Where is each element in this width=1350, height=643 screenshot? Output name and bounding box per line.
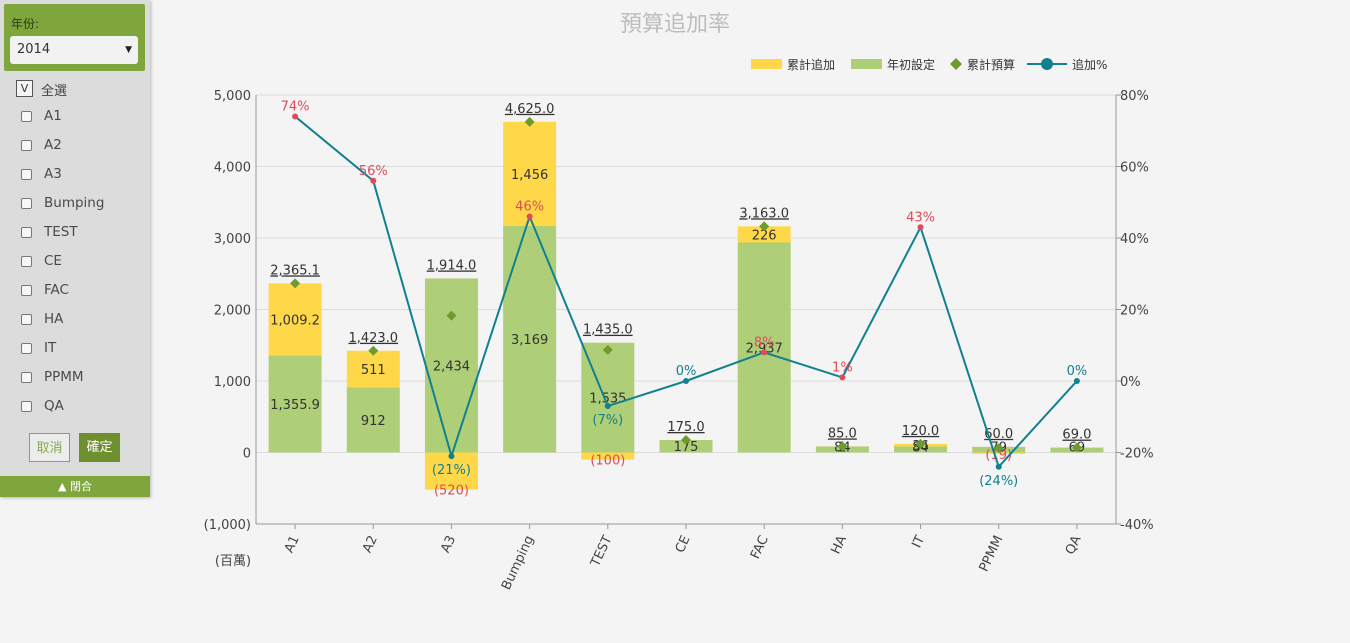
add-pct-label: 0% (676, 364, 697, 379)
legend-swatch-initial (851, 59, 882, 69)
add-pct-label: 0% (1067, 364, 1088, 379)
x-tick-label: A2 (360, 533, 381, 555)
budget-total-label: 69.0 (1062, 428, 1091, 443)
budget-total-label: 4,625.0 (505, 102, 555, 117)
add-pct-point (448, 453, 455, 460)
cumulative-add-label: 511 (361, 363, 386, 378)
chart: (1,000) 0 1,000 2,000 3,000 4,000 5,000 -40% -20… (204, 57, 1154, 592)
y-tick-label: (1,000) (204, 518, 251, 533)
add-pct-line (294, 115, 1078, 469)
cumulative-add-label: 1,456 (511, 168, 548, 183)
budget-total-label: 3,163.0 (739, 206, 789, 221)
budget-total-label: 1,423.0 (348, 331, 398, 346)
cumulative-add-label: 1,009.2 (270, 313, 320, 328)
y-tick-label: 3,000 (214, 232, 251, 247)
add-pct-label: 56% (359, 164, 388, 179)
budget-total-label: 1,435.0 (583, 323, 633, 338)
x-tick-label: FAC (748, 533, 772, 561)
add-pct-label: 46% (515, 200, 544, 215)
add-pct-label: 8% (754, 335, 775, 350)
x-tick-label: CE (673, 533, 694, 555)
x-tick-label: IT (910, 533, 929, 550)
initial-value-label: 912 (361, 414, 386, 429)
y-tick-label: 0 (243, 447, 251, 462)
y2-tick-label: -40% (1120, 518, 1154, 533)
y-tick-label: 5,000 (214, 89, 251, 104)
add-pct-label: (24%) (979, 474, 1018, 489)
y2-tick-label: 80% (1120, 89, 1149, 104)
y-tick-label: 1,000 (214, 375, 251, 390)
budget-total-label: 85.0 (828, 426, 857, 441)
add-pct-point (604, 403, 611, 410)
legend-swatch-cumulative-add (751, 59, 782, 69)
y-tick-label: 4,000 (214, 161, 251, 176)
y2-tick-label: 20% (1120, 304, 1149, 319)
legend-label-budget: 累計預算 (967, 57, 1015, 72)
cumulative-add-label: (520) (434, 484, 469, 499)
y2-tick-label: 60% (1120, 161, 1149, 176)
legend-swatch-pct-dot (1041, 58, 1053, 70)
y2-tick-label: -20% (1120, 447, 1154, 462)
x-tick-label: HA (829, 533, 851, 556)
add-pct-label: 1% (832, 360, 853, 375)
legend-label-pct: 追加% (1072, 57, 1107, 72)
cumulative-add-label: (100) (590, 454, 625, 469)
x-tick-label: A3 (438, 533, 459, 555)
add-pct-point (995, 463, 1002, 470)
initial-value-label: 1,355.9 (270, 398, 320, 413)
x-tick-label: PPMM (977, 533, 1007, 574)
x-tick-label: Bumping (499, 533, 537, 592)
x-tick-label: A1 (282, 533, 303, 555)
legend-label-initial: 年初設定 (887, 57, 935, 72)
add-pct-label: 43% (906, 210, 935, 225)
add-pct-label: (21%) (432, 463, 471, 478)
budget-total-label: 2,365.1 (270, 263, 320, 278)
add-pct-label: (7%) (592, 413, 623, 428)
legend-swatch-budget (950, 58, 962, 70)
budget-total-label: 175.0 (667, 420, 704, 435)
y2-tick-label: 40% (1120, 232, 1149, 247)
x-tick-label: TEST (588, 533, 616, 570)
initial-value-label: 2,434 (433, 359, 470, 374)
y-tick-label: 2,000 (214, 304, 251, 319)
legend-label-cumulative-add: 累計追加 (787, 57, 835, 72)
budget-total-label: 120.0 (902, 424, 939, 439)
initial-value-label: 3,169 (511, 333, 548, 348)
y-unit-label: (百萬) (215, 554, 251, 569)
y2-tick-label: 0% (1120, 375, 1141, 390)
x-tick-label: QA (1063, 533, 1085, 557)
budget-total-label: 1,914.0 (427, 258, 477, 273)
add-pct-label: 74% (281, 99, 310, 114)
